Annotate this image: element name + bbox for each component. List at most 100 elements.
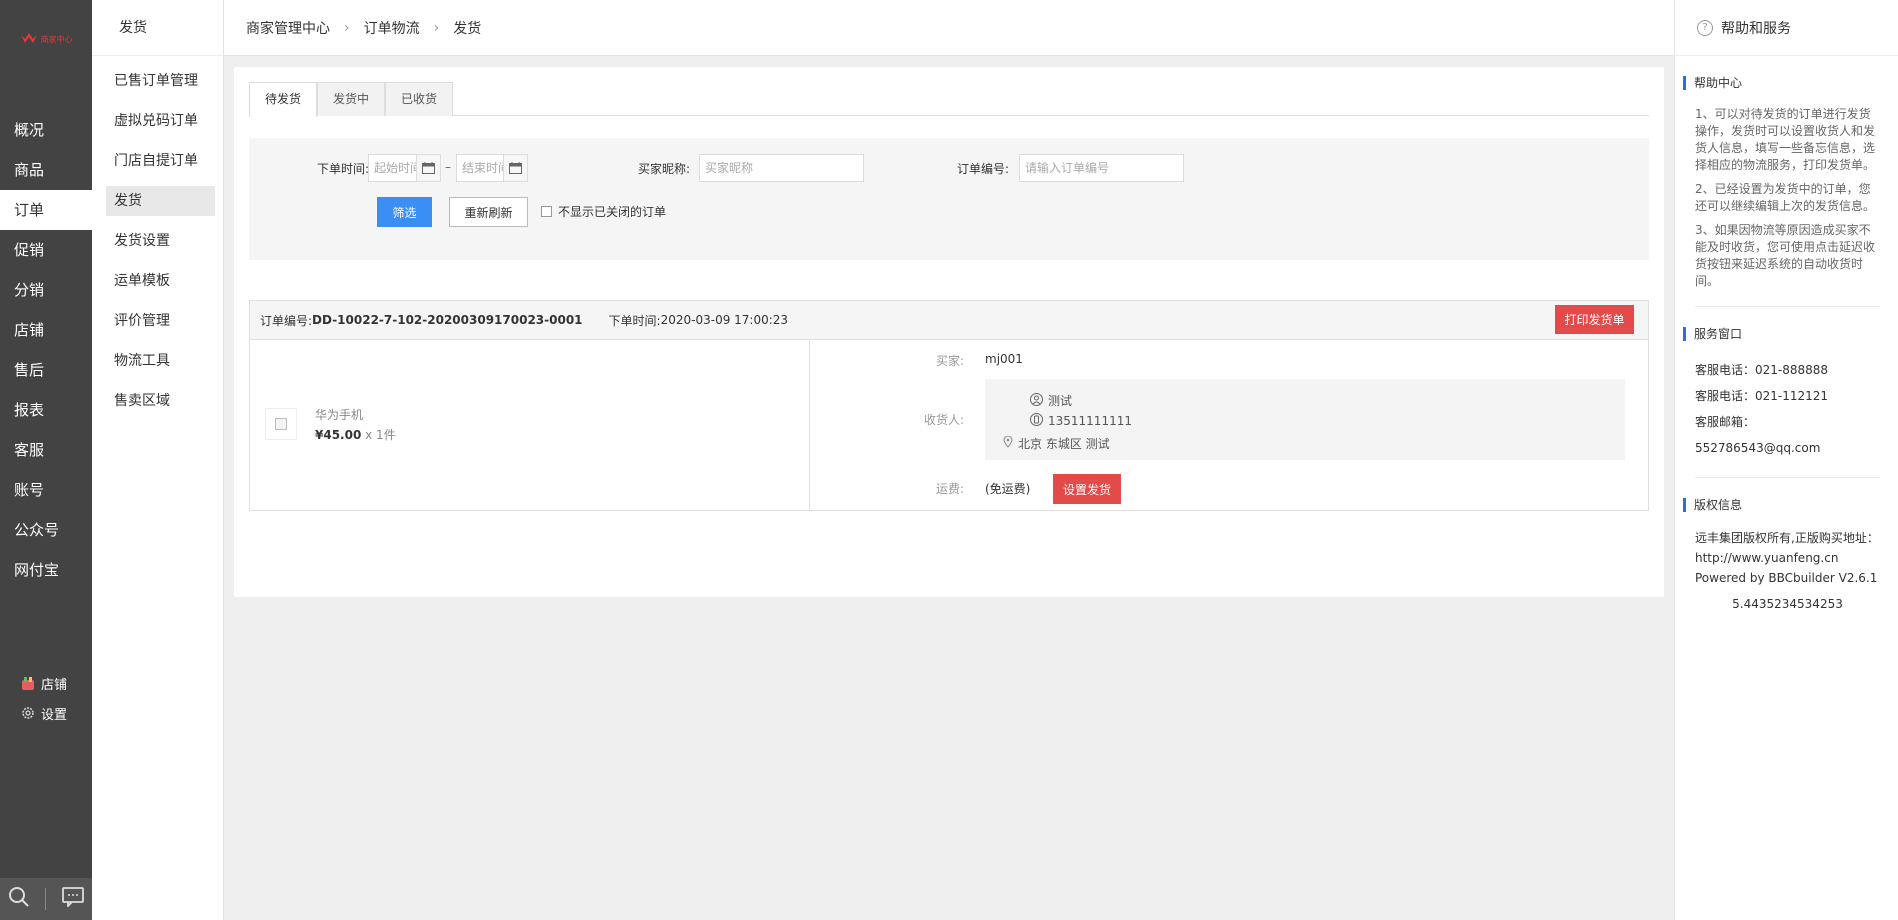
subnav-item-sales-regions[interactable]: 售卖区域 xyxy=(106,386,215,416)
nav-item-account[interactable]: 账号 xyxy=(0,470,92,510)
subnav-item-virtual-orders[interactable]: 虚拟兑码订单 xyxy=(106,106,215,136)
order-number-placeholder: 请输入订单编号 xyxy=(1025,161,1110,175)
product-cell: 华为手机 ¥45.00 x 1件 xyxy=(250,340,810,511)
copyright-title: 版权信息 xyxy=(1683,498,1880,512)
order-number-header-label: 订单编号: xyxy=(260,313,313,328)
phone-icon xyxy=(1030,413,1043,429)
logo[interactable]: 商家中心 xyxy=(0,0,92,78)
nav-item-reports[interactable]: 报表 xyxy=(0,390,92,430)
hide-closed-orders-checkbox[interactable]: 不显示已关闭的订单 xyxy=(541,203,666,220)
order-time-label: 下单时间: xyxy=(317,162,370,176)
nav-item-payment[interactable]: 网付宝 xyxy=(0,550,92,590)
user-icon xyxy=(1030,392,1043,409)
buyer-value: mj001 xyxy=(985,352,1023,366)
service-section: 服务窗口 客服电话：021-888888 客服电话：021-112121 客服邮… xyxy=(1675,327,1898,478)
breadcrumb: 商家管理中心 › 订单物流 › 发货 xyxy=(224,0,1674,56)
help-title: 帮助和服务 xyxy=(1721,20,1791,37)
tab-received[interactable]: 已收货 xyxy=(385,82,453,116)
sub-nav: 发货 已售订单管理 虚拟兑码订单 门店自提订单 发货 发货设置 运单模板 评价管… xyxy=(92,0,224,920)
powered-by-text: Powered by BBCbuilder V2.6.1 xyxy=(1695,571,1878,585)
logo-text: 商家中心 xyxy=(40,34,73,44)
tab-shipping[interactable]: 发货中 xyxy=(317,82,385,116)
nav-item-promotion[interactable]: 促销 xyxy=(0,230,92,270)
breadcrumb-separator: › xyxy=(433,19,440,36)
start-time-placeholder: 起始时间 xyxy=(374,161,423,175)
filter-button[interactable]: 筛选 xyxy=(377,197,432,227)
subnav-item-sold-orders[interactable]: 已售订单管理 xyxy=(106,66,215,96)
nav-footer xyxy=(0,878,92,920)
end-time-input[interactable]: 结束时间 xyxy=(456,154,528,182)
product-price: ¥45.00 xyxy=(315,428,362,442)
buyer-nickname-input[interactable]: 买家昵称 xyxy=(699,154,864,182)
help-center-title: 帮助中心 xyxy=(1683,76,1880,90)
nav-bottom-shop[interactable]: 店铺 xyxy=(0,668,92,698)
print-invoice-button[interactable]: 打印发货单 xyxy=(1555,305,1634,334)
order-status-tabs: 待发货 发货中 已收货 xyxy=(249,82,1649,117)
main-panel: 待发货 发货中 已收货 下单时间: 起始时间 – 结束时间 买家昵称: 买家昵称… xyxy=(234,67,1664,597)
breadcrumb-item-shipping: 发货 xyxy=(453,20,482,37)
breadcrumb-item-order-logistics[interactable]: 订单物流 xyxy=(364,18,420,38)
help-tip: 1、可以对待发货的订单进行发货操作，发货时可以设置收货人和发货人信息，填写一些备… xyxy=(1695,107,1876,172)
nav-item-official-account[interactable]: 公众号 xyxy=(0,510,92,550)
footer-divider xyxy=(45,888,47,910)
calendar-icon[interactable] xyxy=(416,155,440,181)
start-time-input[interactable]: 起始时间 xyxy=(368,154,441,182)
receiver-phone-line: 13511111111 xyxy=(1030,413,1132,429)
nav-item-shop[interactable]: 店铺 xyxy=(0,310,92,350)
order-number-value: DD-10022-7-102-20200309170023-0001 xyxy=(312,313,583,327)
message-icon[interactable] xyxy=(62,887,85,911)
subnav-item-shipping[interactable]: 发货 xyxy=(106,186,215,216)
copyright-text: 远丰集团版权所有,正版购买地址：http://www.yuanfeng.cn xyxy=(1695,531,1879,565)
nav-item-customer-service[interactable]: 客服 xyxy=(0,430,92,470)
receiver-phone: 13511111111 xyxy=(1048,414,1132,428)
service-line: 客服邮箱：552786543@qq.com xyxy=(1695,415,1821,455)
order-number-input[interactable]: 请输入订单编号 xyxy=(1019,154,1184,182)
divider xyxy=(1695,477,1880,478)
refresh-button[interactable]: 重新刷新 xyxy=(449,197,528,227)
buyer-nickname-label: 买家昵称: xyxy=(638,162,691,176)
hide-closed-orders-label: 不显示已关闭的订单 xyxy=(558,205,667,219)
service-line: 客服电话：021-112121 xyxy=(1695,389,1829,403)
subnav-item-waybill-templates[interactable]: 运单模板 xyxy=(106,266,215,296)
checkbox-box[interactable] xyxy=(541,206,552,217)
receiver-name: 测试 xyxy=(1048,394,1073,408)
tab-pending-shipment[interactable]: 待发货 xyxy=(249,82,317,117)
nav-item-overview[interactable]: 概况 xyxy=(0,110,92,150)
order-time-header-label: 下单时间: xyxy=(608,313,661,328)
subnav-item-logistics-tools[interactable]: 物流工具 xyxy=(106,346,215,376)
order-time-value: 2020-03-09 17:00:23 xyxy=(660,313,789,327)
set-shipment-button[interactable]: 设置发货 xyxy=(1053,474,1121,504)
nav-bottom-shop-label: 店铺 xyxy=(41,677,68,693)
order-number-label: 订单编号: xyxy=(957,162,1010,176)
location-pin-icon xyxy=(1003,435,1013,451)
version-text: 5.4435234534253 xyxy=(1732,597,1843,611)
subnav-item-reviews[interactable]: 评价管理 xyxy=(106,306,215,336)
order-card: 订单编号: DD-10022-7-102-20200309170023-0001… xyxy=(249,300,1649,511)
breadcrumb-item-merchant-center[interactable]: 商家管理中心 xyxy=(246,18,330,38)
help-center-section: 帮助中心 1、可以对待发货的订单进行发货操作，发货时可以设置收货人和发货人信息，… xyxy=(1675,76,1898,307)
breadcrumb-separator: › xyxy=(344,19,350,36)
nav-item-distribution[interactable]: 分销 xyxy=(0,270,92,310)
gear-icon xyxy=(20,706,35,721)
order-header: 订单编号: DD-10022-7-102-20200309170023-0001… xyxy=(250,301,1648,340)
nav-bottom-settings[interactable]: 设置 xyxy=(0,698,92,728)
receiver-label: 收货人: xyxy=(923,413,964,427)
nav-item-orders[interactable]: 订单 xyxy=(0,190,92,230)
main-nav: 商家中心 概况 商品 订单 促销 分销 店铺 售后 报表 客服 账号 公众号 网… xyxy=(0,0,92,920)
nav-item-aftersale[interactable]: 售后 xyxy=(0,350,92,390)
product-quantity: x 1件 xyxy=(365,428,396,442)
subnav-item-shipping-settings[interactable]: 发货设置 xyxy=(106,226,215,256)
search-icon[interactable] xyxy=(8,886,30,912)
product-image[interactable] xyxy=(265,408,297,440)
calendar-icon[interactable] xyxy=(503,155,527,181)
buyer-nickname-placeholder: 买家昵称 xyxy=(705,161,754,175)
product-name[interactable]: 华为手机 xyxy=(315,406,363,423)
order-body: 华为手机 ¥45.00 x 1件 买家: mj001 收货人: 测试 13511… xyxy=(250,340,1648,511)
shop-icon xyxy=(20,676,35,691)
question-icon[interactable]: ? xyxy=(1697,19,1713,36)
filter-panel: 下单时间: 起始时间 – 结束时间 买家昵称: 买家昵称 订单编号: 请输入订单… xyxy=(249,138,1649,260)
subnav-item-pickup-orders[interactable]: 门店自提订单 xyxy=(106,146,215,176)
freight-label: 运费: xyxy=(935,482,964,496)
nav-item-goods[interactable]: 商品 xyxy=(0,150,92,190)
help-tip: 2、已经设置为发货中的订单，您还可以继续编辑上次的发货信息。 xyxy=(1695,182,1876,213)
